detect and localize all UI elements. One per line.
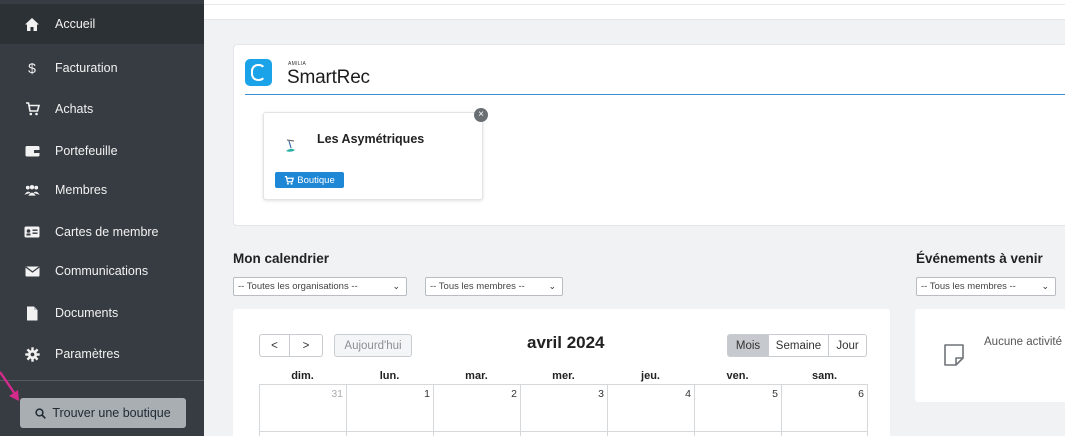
find-store-label: Trouver une boutique — [52, 406, 171, 420]
calendar-day-cell[interactable]: 31 — [259, 388, 343, 400]
sidebar-item-label: Documents — [55, 306, 119, 320]
home-icon — [24, 16, 40, 32]
find-store-button[interactable]: Trouver une boutique — [20, 398, 186, 428]
calendar-grid-line — [259, 431, 868, 432]
day-header: jeu. — [641, 370, 660, 382]
day-header: mar. — [465, 370, 488, 382]
events-panel — [915, 309, 1065, 402]
no-activity-text: Aucune activité — [984, 336, 1062, 348]
cart-icon — [24, 101, 40, 117]
members-icon — [24, 182, 40, 198]
sidebar-item-label: Accueil — [55, 17, 96, 31]
member-filter-value: -- Tous les membres -- — [430, 281, 525, 292]
day-header: sam. — [811, 370, 838, 382]
sidebar-item-label: Paramètres — [55, 347, 120, 361]
member-filter-select[interactable]: -- Tous les membres -- ⌄ — [425, 277, 563, 296]
prev-month-button[interactable]: < — [259, 334, 290, 357]
sidebar-item-membres[interactable]: Membres — [0, 170, 204, 210]
gear-icon — [24, 346, 40, 362]
sidebar-item-accueil[interactable]: Accueil — [0, 4, 204, 44]
calendar-day-cell[interactable]: 6 — [781, 388, 864, 400]
calendar-day-cell[interactable]: 5 — [694, 388, 778, 400]
sidebar-divider — [0, 380, 204, 381]
brand-divider — [245, 94, 1065, 95]
boutique-button[interactable]: Boutique — [275, 172, 344, 188]
organisation-filter-select[interactable]: -- Toutes les organisations -- ⌄ — [233, 277, 407, 296]
store-name: Les Asymétriques — [317, 132, 425, 146]
sidebar-item-achats[interactable]: Achats — [0, 89, 204, 129]
next-month-button[interactable]: > — [290, 334, 323, 357]
day-header: ven. — [726, 370, 749, 382]
chevron-down-icon: ⌄ — [1041, 281, 1049, 291]
smartrec-logo-icon — [245, 59, 272, 86]
calendar-title: Mon calendrier — [233, 251, 330, 266]
store-logo-icon — [286, 139, 295, 152]
sidebar-item-facturation[interactable]: $ Facturation — [0, 48, 204, 88]
sidebar-item-label: Achats — [55, 102, 94, 116]
cart-icon — [285, 175, 295, 185]
events-member-filter-value: -- Tous les membres -- — [921, 281, 1016, 292]
id-card-icon — [24, 224, 40, 240]
calendar-day-cell[interactable]: 1 — [346, 388, 430, 400]
calendar-day-cell[interactable]: 2 — [433, 388, 517, 400]
sidebar-item-label: Facturation — [55, 61, 118, 75]
calendar-day-cell[interactable]: 3 — [520, 388, 604, 400]
sidebar-item-parametres[interactable]: Paramètres — [0, 334, 204, 374]
sidebar-item-communications[interactable]: Communications — [0, 251, 204, 291]
day-header: mer. — [552, 370, 575, 382]
close-icon[interactable]: × — [474, 108, 488, 122]
document-icon — [24, 305, 40, 321]
calendar-month-title: avril 2024 — [527, 333, 605, 352]
view-day-button[interactable]: Jour — [829, 334, 867, 357]
view-month-button[interactable]: Mois — [727, 334, 769, 357]
wallet-icon — [24, 143, 40, 159]
top-bar-line — [204, 4, 1065, 5]
sidebar-item-cartes-de-membre[interactable]: Cartes de membre — [0, 212, 204, 252]
boutique-label: Boutique — [297, 174, 335, 186]
view-week-button[interactable]: Semaine — [769, 334, 829, 357]
search-icon — [35, 407, 47, 419]
events-member-filter-select[interactable]: -- Tous les membres -- ⌄ — [916, 277, 1056, 296]
chevron-down-icon: ⌄ — [392, 281, 400, 291]
today-button[interactable]: Aujourd'hui — [334, 334, 412, 357]
top-bar — [204, 0, 1065, 20]
sidebar-item-label: Portefeuille — [55, 144, 118, 158]
chevron-down-icon: ⌄ — [548, 281, 556, 291]
empty-note-icon — [944, 344, 964, 366]
dollar-icon: $ — [28, 60, 36, 76]
day-header: dim. — [291, 370, 314, 382]
sidebar-item-label: Membres — [55, 183, 108, 197]
calendar-day-cell[interactable]: 4 — [607, 388, 691, 400]
day-header: lun. — [379, 370, 400, 382]
sidebar-item-documents[interactable]: Documents — [0, 293, 204, 333]
sidebar-item-portefeuille[interactable]: Portefeuille — [0, 131, 204, 171]
events-title: Événements à venir — [916, 251, 1043, 266]
organisation-filter-value: -- Toutes les organisations -- — [238, 281, 358, 292]
envelope-icon — [24, 263, 40, 279]
sidebar-item-label: Communications — [55, 264, 149, 278]
brand-name: SmartRec — [287, 67, 370, 88]
calendar-grid-line — [867, 384, 868, 436]
calendar-grid-line — [259, 384, 868, 385]
sidebar-item-label: Cartes de membre — [55, 225, 159, 239]
